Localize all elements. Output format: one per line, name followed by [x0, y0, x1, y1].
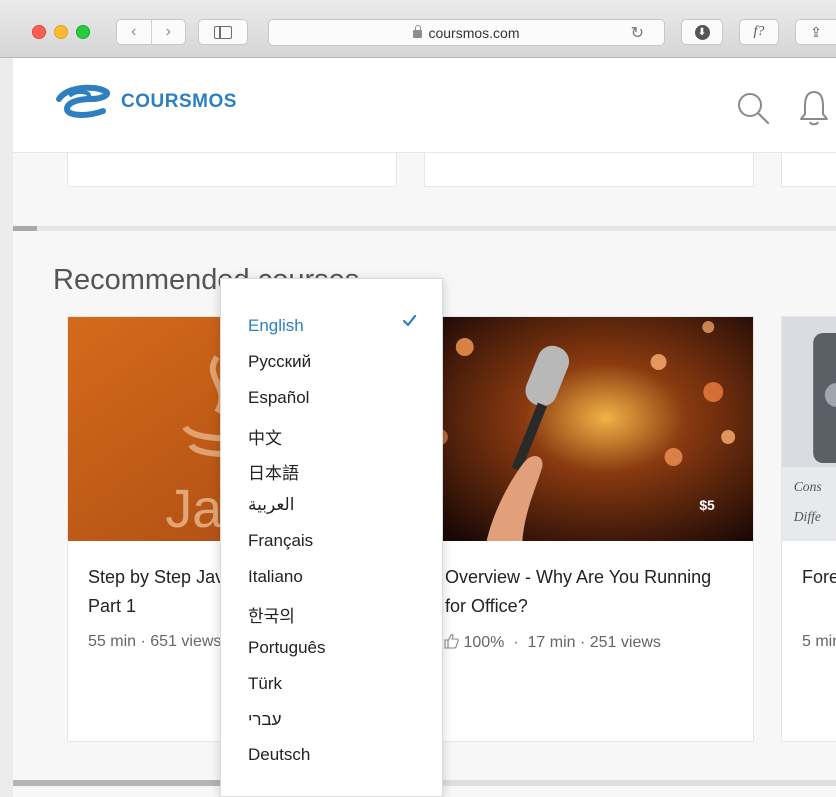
price-badge: $5 — [699, 497, 715, 513]
site-logo[interactable]: COURSMOS — [53, 83, 237, 121]
logo-text: COURSMOS — [121, 91, 237, 112]
minimize-window-button[interactable] — [54, 25, 68, 39]
address-bar[interactable]: coursmos.com ↻ — [268, 19, 665, 46]
bell-icon[interactable] — [798, 88, 830, 128]
coursmos-logo-icon — [56, 84, 111, 118]
section-scrollbar-thumb[interactable] — [13, 780, 223, 786]
course-rating: 100% — [463, 634, 505, 651]
url-text: coursmos.com — [428, 24, 520, 41]
section-scrollbar-track — [13, 226, 836, 231]
sidebar-icon — [214, 25, 232, 39]
course-title[interactable]: Overview - Why Are You Running for Offic… — [445, 563, 735, 621]
share-button[interactable]: ⇪ — [795, 19, 836, 45]
language-option[interactable]: עברי — [248, 710, 282, 730]
previous-row — [13, 153, 836, 228]
language-option[interactable]: Português — [248, 638, 326, 658]
language-option[interactable]: 日本語 — [248, 459, 299, 484]
font-extension-button[interactable]: f? — [739, 19, 779, 45]
language-option[interactable]: 한국의 — [248, 602, 295, 627]
course-meta: 55 min · 651 views — [88, 633, 222, 650]
back-button[interactable]: ‹ — [117, 20, 151, 44]
chevron-left-icon: ‹ — [131, 23, 137, 40]
course-card[interactable]: $5 Overview - Why Are You Running for Of… — [424, 316, 754, 742]
course-meta: 5 min — [802, 633, 836, 650]
course-card[interactable]: Cons Diffe Forensic - Types 5 min — [781, 316, 836, 742]
section-scrollbar-thumb[interactable] — [13, 226, 37, 231]
nav-buttons: ‹ › — [116, 19, 186, 45]
chevron-right-icon: › — [165, 23, 171, 40]
course-thumbnail: $5 — [425, 317, 753, 541]
browser-toolbar: ‹ › coursmos.com ↻ ⬇ f? ⇪ — [0, 0, 836, 58]
thumbnail-text: Diffe — [793, 509, 821, 524]
course-meta-row: 100% · 17 min · 251 views — [443, 633, 661, 652]
previous-card[interactable] — [781, 153, 836, 187]
language-option[interactable]: Italiano — [248, 567, 303, 587]
previous-card[interactable] — [67, 153, 397, 187]
language-option[interactable]: Español — [248, 388, 309, 408]
download-icon: ⬇ — [694, 24, 710, 40]
language-option[interactable]: Français — [248, 531, 313, 551]
course-title[interactable]: Forensic - Types — [802, 563, 836, 592]
reload-icon[interactable]: ↻ — [631, 23, 644, 43]
language-option[interactable]: 中文 — [248, 424, 282, 449]
thumbs-up-icon — [443, 634, 463, 651]
language-option[interactable]: Türk — [248, 674, 282, 694]
lock-icon — [413, 24, 423, 38]
checkmark-icon — [403, 314, 416, 327]
share-icon: ⇪ — [810, 23, 822, 40]
thumbnail-text: Cons — [794, 479, 822, 494]
language-option[interactable]: العربية — [248, 495, 294, 515]
previous-card[interactable] — [424, 153, 754, 187]
language-option[interactable]: Русский — [248, 352, 311, 372]
course-meta: 17 min · 251 views — [527, 634, 661, 651]
sidebar-toggle-button[interactable] — [198, 19, 248, 45]
zoom-window-button[interactable] — [76, 25, 90, 39]
language-option[interactable]: Deutsch — [248, 745, 310, 765]
forward-button[interactable]: › — [150, 20, 186, 44]
language-dropdown: English Русский Español 中文 日本語 العربية F… — [220, 278, 443, 797]
language-option[interactable]: English — [248, 316, 304, 336]
search-icon[interactable] — [736, 91, 772, 127]
close-window-button[interactable] — [32, 25, 46, 39]
font-extension-label: f? — [753, 24, 765, 39]
course-thumbnail: Cons Diffe — [782, 317, 836, 541]
site-header: COURSMOS — [13, 58, 836, 153]
downloads-button[interactable]: ⬇ — [681, 19, 723, 45]
